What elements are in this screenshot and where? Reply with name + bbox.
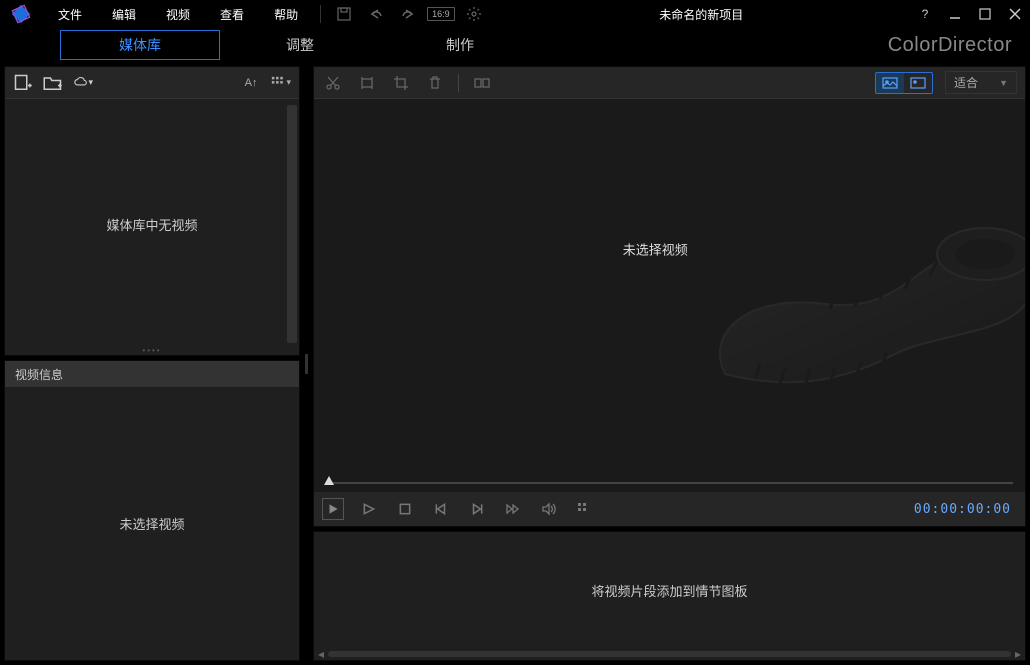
view-single-icon[interactable] (876, 73, 904, 93)
zoom-selector[interactable]: 适合 ▼ (945, 71, 1017, 94)
menu-edit[interactable]: 编辑 (100, 3, 148, 26)
app-window: 文件 编辑 视频 查看 帮助 16:9 未命名的新项目 ? 媒体库 调整 制作 … (0, 0, 1030, 665)
app-logo-icon (10, 3, 32, 25)
separator (320, 5, 321, 23)
brand-label: ColorDirector (888, 34, 1012, 57)
video-info-body: 未选择视频 (5, 387, 299, 660)
preview-toolbar: 适合 ▼ (314, 67, 1025, 99)
tab-library[interactable]: 媒体库 (60, 30, 220, 60)
media-library-body: 媒体库中无视频 (5, 99, 299, 349)
workspace-tabs: 媒体库 调整 制作 ColorDirector (0, 28, 1030, 62)
menu-video[interactable]: 视频 (154, 3, 202, 26)
video-info-empty-text: 未选择视频 (119, 514, 184, 533)
seek-bar[interactable] (314, 474, 1025, 492)
window-controls: ? (916, 5, 1024, 23)
media-toolbar: ▾ A↑ ▾ (5, 67, 299, 99)
storyboard-scrollbar[interactable]: ◂ ▸ (314, 648, 1025, 660)
menu-file[interactable]: 文件 (46, 3, 94, 26)
menu-view[interactable]: 查看 (208, 3, 256, 26)
volume-button[interactable] (538, 498, 560, 520)
storyboard-panel: 将视频片段添加到情节图板 ◂ ▸ (313, 531, 1026, 661)
view-toggle (875, 72, 933, 94)
scrollbar-vertical[interactable] (287, 105, 297, 343)
crop-icon[interactable] (390, 72, 412, 94)
cut-icon[interactable] (322, 72, 344, 94)
media-library-panel: ▾ A↑ ▾ 媒体库中无视频 •••• (4, 66, 300, 356)
tab-adjust[interactable]: 调整 (220, 31, 380, 59)
view-split-icon[interactable] (904, 73, 932, 93)
scroll-left-icon[interactable]: ◂ (316, 649, 326, 659)
view-mode-button[interactable]: ▾ (271, 73, 291, 93)
title-bar: 文件 编辑 视频 查看 帮助 16:9 未命名的新项目 ? (0, 0, 1030, 28)
scroll-track[interactable] (328, 651, 1011, 657)
redo-icon[interactable] (395, 4, 421, 24)
maximize-button[interactable] (976, 5, 994, 23)
storyboard-empty-text: 将视频片段添加到情节图板 (591, 581, 747, 600)
seek-track (326, 482, 1013, 484)
snapshot-button[interactable] (574, 498, 596, 520)
preview-panel: 适合 ▼ 未选择视频 (313, 66, 1026, 527)
menu-help[interactable]: 帮助 (262, 3, 310, 26)
play-button[interactable] (322, 498, 344, 520)
video-info-header: 视频信息 (5, 361, 299, 387)
preview-empty-text: 未选择视频 (623, 240, 688, 259)
play-clip-button[interactable] (358, 498, 380, 520)
splitter-vertical[interactable] (304, 66, 309, 661)
save-icon[interactable] (331, 4, 357, 24)
import-file-icon[interactable] (13, 73, 33, 93)
playback-controls: 00:00:00:00 (314, 492, 1025, 526)
seek-handle[interactable] (324, 476, 334, 485)
close-button[interactable] (1006, 5, 1024, 23)
trim-icon[interactable] (356, 72, 378, 94)
tab-produce[interactable]: 制作 (380, 31, 540, 59)
scroll-right-icon[interactable]: ▸ (1013, 649, 1023, 659)
chevron-down-icon: ▼ (999, 78, 1008, 88)
sort-button[interactable]: A↑ (241, 73, 261, 93)
prev-frame-button[interactable] (430, 498, 452, 520)
panel-resize-handle[interactable]: •••• (5, 349, 299, 355)
compare-icon[interactable] (471, 72, 493, 94)
settings-icon[interactable] (461, 4, 487, 24)
media-empty-text: 媒体库中无视频 (106, 215, 197, 234)
stop-button[interactable] (394, 498, 416, 520)
undo-icon[interactable] (363, 4, 389, 24)
project-title: 未命名的新项目 (493, 6, 910, 23)
right-column: 适合 ▼ 未选择视频 (313, 66, 1026, 661)
timecode-display[interactable]: 00:00:00:00 (908, 500, 1017, 519)
left-column: ▾ A↑ ▾ 媒体库中无视频 •••• 视频信息 未选择视频 (4, 66, 300, 661)
fast-forward-button[interactable] (502, 498, 524, 520)
delete-icon[interactable] (424, 72, 446, 94)
import-cloud-icon[interactable]: ▾ (73, 73, 93, 93)
main-area: ▾ A↑ ▾ 媒体库中无视频 •••• 视频信息 未选择视频 (0, 62, 1030, 665)
minimize-button[interactable] (946, 5, 964, 23)
filmstrip-graphic-icon (685, 194, 1025, 414)
next-frame-button[interactable] (466, 498, 488, 520)
preview-viewport: 未选择视频 (314, 99, 1025, 474)
aspect-ratio-selector[interactable]: 16:9 (427, 7, 455, 21)
import-folder-icon[interactable] (43, 73, 63, 93)
zoom-label: 适合 (954, 74, 978, 91)
video-info-panel: 视频信息 未选择视频 (4, 360, 300, 661)
storyboard-body[interactable]: 将视频片段添加到情节图板 (314, 532, 1025, 648)
help-button[interactable]: ? (916, 5, 934, 23)
